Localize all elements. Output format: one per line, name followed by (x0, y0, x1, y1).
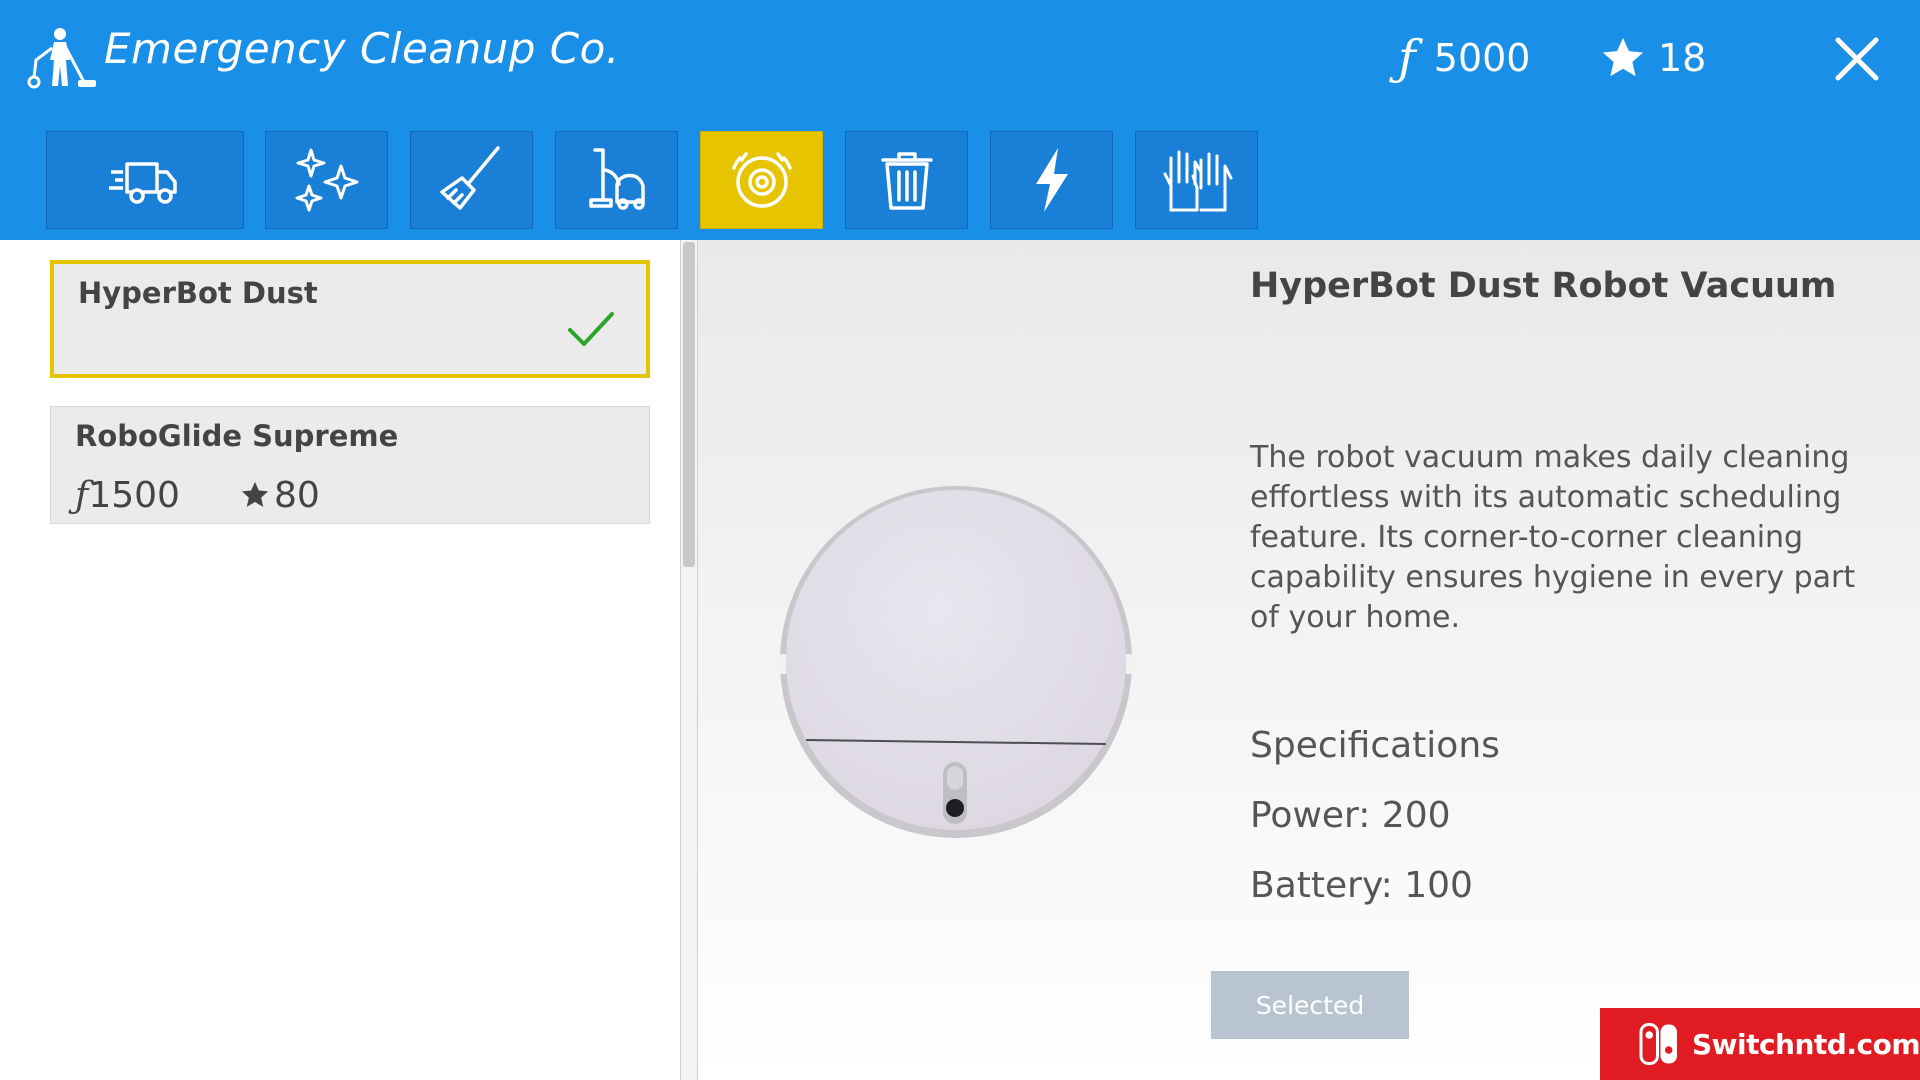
item-price: ƒ1500 (75, 475, 180, 516)
rating-amount: 18 (1658, 36, 1707, 80)
product-description: The robot vacuum makes daily cleaning ef… (1250, 440, 1856, 635)
robot-vacuum-icon (731, 152, 792, 208)
tab-vacuum[interactable] (555, 131, 678, 229)
list-item-roboglide-supreme[interactable]: RoboGlide Supreme ƒ1500 80 (50, 406, 650, 524)
selected-button[interactable]: Selected (1211, 971, 1409, 1039)
app-title: Emergency Cleanup Co. (104, 24, 620, 73)
tab-sparkle-cleaning[interactable] (265, 131, 388, 229)
item-cost-row: ƒ1500 80 (75, 473, 320, 517)
tab-power[interactable] (990, 131, 1113, 229)
star-icon (241, 481, 269, 507)
product-title: HyperBot Dust Robot Vacuum (1250, 266, 1837, 306)
watermark-text: Switchntd.com (1691, 1027, 1920, 1061)
price-value: 1500 (88, 474, 180, 516)
currency-symbol: ƒ (1398, 30, 1416, 86)
spec-power: Power: 200 (1250, 795, 1451, 836)
spec-battery: Battery: 100 (1250, 865, 1473, 906)
currency-symbol: ƒ (75, 474, 89, 516)
gloves-icon (1163, 150, 1232, 212)
robot-vacuum-image (776, 486, 1136, 838)
item-rating: 80 (240, 475, 320, 516)
scrollbar-thumb[interactable] (683, 242, 695, 567)
checkmark-icon (568, 312, 614, 346)
switch-logo-icon (1639, 1023, 1677, 1065)
rating-value: 80 (273, 474, 320, 516)
lightning-icon (1035, 148, 1068, 212)
star-icon (1602, 37, 1644, 77)
tab-delivery[interactable] (46, 131, 244, 229)
rating-balance: 18 (1600, 28, 1706, 88)
list-item-hyperbot-dust[interactable]: HyperBot Dust (50, 260, 650, 378)
delivery-truck-icon (109, 162, 177, 204)
trash-can-icon (880, 152, 933, 210)
app-window: Emergency Cleanup Co. ƒ 5000 18 HyperBot… (0, 0, 1920, 1080)
close-icon[interactable] (1834, 36, 1880, 82)
tab-robot-vacuum[interactable] (700, 131, 823, 229)
watermark-banner: Switchntd.com (1600, 1008, 1920, 1080)
specifications-heading: Specifications (1250, 725, 1500, 766)
currency-amount: 5000 (1433, 36, 1531, 80)
item-name: HyperBot Dust (78, 276, 318, 310)
product-detail-panel: HyperBot Dust Robot Vacuum The robot vac… (698, 240, 1920, 1080)
list-scrollbar[interactable] (680, 240, 698, 1080)
item-name: RoboGlide Supreme (75, 419, 399, 453)
tab-gloves[interactable] (1135, 131, 1258, 229)
tab-trash[interactable] (845, 131, 968, 229)
janitor-vacuum-icon (27, 28, 96, 89)
product-list: HyperBot Dust RoboGlide Supreme ƒ1500 80 (0, 240, 680, 1080)
currency-balance: ƒ 5000 (1398, 28, 1530, 88)
mop-icon (439, 146, 500, 210)
vacuum-cleaner-icon (588, 148, 645, 210)
sparkles-icon (295, 148, 358, 212)
tab-mop[interactable] (410, 131, 533, 229)
